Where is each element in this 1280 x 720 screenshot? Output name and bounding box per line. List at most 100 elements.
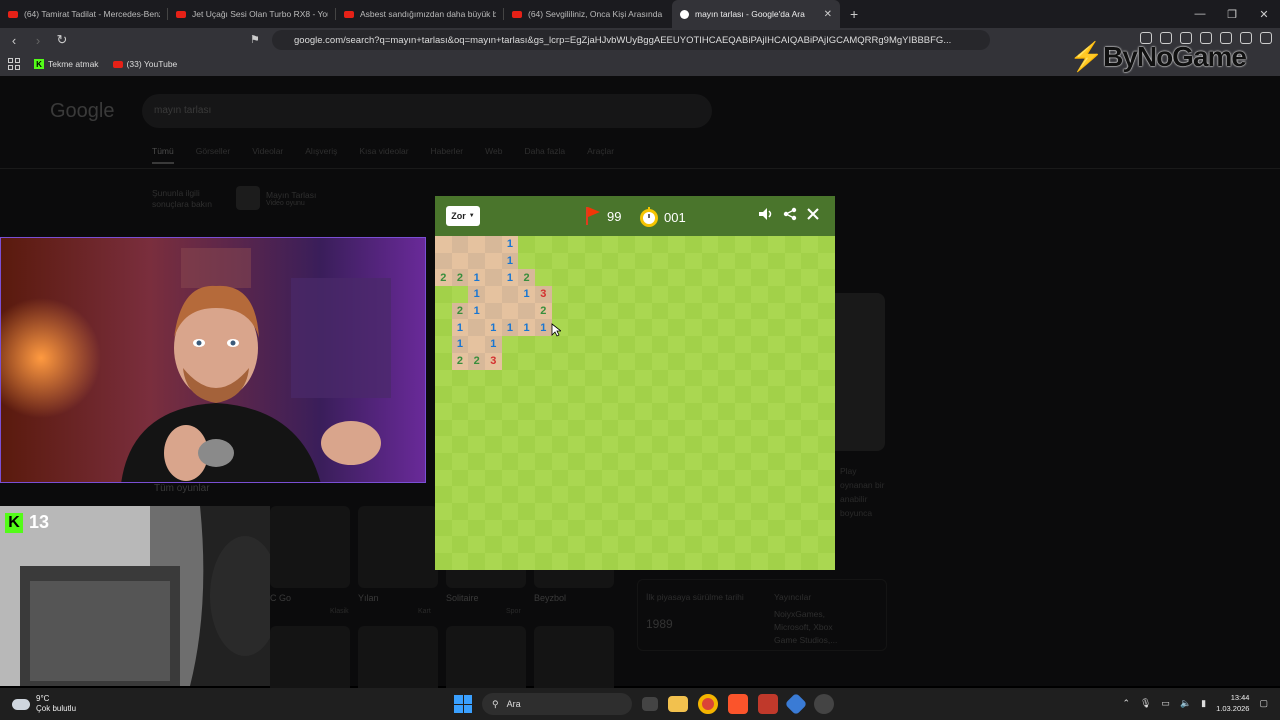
mine-cell[interactable] — [601, 319, 619, 337]
mine-cell[interactable] — [534, 269, 552, 287]
mine-cell[interactable] — [551, 436, 569, 453]
mine-cell[interactable] — [484, 503, 502, 520]
mine-cell[interactable] — [784, 553, 802, 570]
tab-active[interactable]: mayın tarlası - Google'da Ara ✕ — [672, 0, 840, 28]
mine-cell[interactable] — [534, 553, 552, 570]
mine-cell[interactable] — [784, 302, 802, 320]
mine-cell[interactable] — [468, 536, 485, 554]
mine-cell[interactable] — [784, 319, 802, 337]
mine-cell[interactable] — [534, 386, 552, 403]
mine-cell[interactable] — [718, 352, 735, 370]
mine-cell[interactable] — [584, 536, 602, 554]
mine-cell[interactable] — [518, 402, 535, 420]
mine-cell[interactable] — [684, 352, 702, 370]
reload-icon[interactable]: ↻ — [52, 32, 72, 48]
mine-cell[interactable] — [818, 236, 835, 253]
mine-cell[interactable] — [768, 352, 785, 370]
forward-icon[interactable]: › — [28, 33, 48, 48]
mine-cell[interactable] — [484, 369, 502, 387]
mine-cell[interactable] — [818, 469, 835, 487]
mine-cell[interactable] — [701, 452, 719, 470]
mine-cell[interactable] — [818, 486, 835, 503]
mine-cell[interactable] — [518, 452, 535, 470]
mine-cell[interactable] — [701, 469, 719, 487]
mine-cell[interactable] — [584, 319, 602, 337]
mine-cell[interactable] — [801, 386, 819, 403]
mine-cell[interactable] — [751, 402, 769, 420]
mine-cell[interactable] — [518, 252, 535, 270]
mine-cell[interactable] — [435, 553, 452, 570]
mine-cell[interactable] — [751, 503, 769, 520]
mine-cell[interactable] — [751, 486, 769, 503]
mine-cell[interactable] — [718, 286, 735, 303]
mine-cell[interactable] — [784, 469, 802, 487]
mine-cell[interactable] — [751, 419, 769, 437]
mine-cell[interactable] — [601, 436, 619, 453]
mine-cell[interactable] — [568, 503, 585, 520]
mine-cell[interactable] — [634, 553, 652, 570]
app-icon[interactable] — [814, 694, 834, 714]
tab-shopping[interactable]: Alışveriş — [305, 146, 337, 164]
mine-cell[interactable] — [651, 369, 669, 387]
mine-cell[interactable] — [618, 252, 635, 270]
mine-cell[interactable] — [601, 236, 619, 253]
mine-cell[interactable] — [801, 486, 819, 503]
mine-cell[interactable] — [634, 402, 652, 420]
mine-cell[interactable] — [784, 452, 802, 470]
mine-cell[interactable] — [534, 469, 552, 487]
mine-cell[interactable]: 1 — [468, 286, 485, 303]
mine-cell[interactable]: 3 — [484, 352, 502, 370]
mine-cell[interactable] — [818, 369, 835, 387]
minimize-icon[interactable]: — — [1184, 0, 1216, 28]
mine-cell[interactable] — [601, 302, 619, 320]
mine-cell[interactable] — [818, 553, 835, 570]
mine-cell[interactable] — [568, 536, 585, 554]
mine-cell[interactable] — [451, 236, 469, 253]
mine-cell[interactable] — [484, 536, 502, 554]
mine-cell[interactable] — [701, 436, 719, 453]
mine-cell[interactable] — [435, 286, 452, 303]
bookmark-kick[interactable]: K Tekme atmak — [34, 59, 99, 69]
mine-cell[interactable] — [751, 352, 769, 370]
mine-cell[interactable] — [751, 452, 769, 470]
game-thumb[interactable] — [270, 506, 350, 588]
mine-cell[interactable] — [451, 419, 469, 437]
microphone-icon[interactable]: 🎙 — [1140, 698, 1151, 709]
mine-cell[interactable] — [618, 486, 635, 503]
mine-cell[interactable] — [734, 553, 752, 570]
mine-cell[interactable] — [468, 452, 485, 470]
mine-cell[interactable] — [651, 236, 669, 253]
mine-cell[interactable] — [551, 503, 569, 520]
mine-cell[interactable] — [435, 519, 452, 537]
mine-cell[interactable] — [718, 519, 735, 537]
mine-cell[interactable] — [801, 553, 819, 570]
mine-cell[interactable] — [468, 553, 485, 570]
mine-cell[interactable] — [501, 469, 519, 487]
mine-cell[interactable] — [551, 386, 569, 403]
mine-cell[interactable] — [551, 553, 569, 570]
mine-cell[interactable] — [534, 419, 552, 437]
mine-cell[interactable] — [534, 336, 552, 353]
tab-news[interactable]: Haberler — [431, 146, 464, 164]
mine-cell[interactable] — [601, 503, 619, 520]
mine-cell[interactable] — [601, 486, 619, 503]
mine-cell[interactable] — [734, 286, 752, 303]
mine-cell[interactable] — [551, 369, 569, 387]
mine-cell[interactable]: 2 — [451, 352, 469, 370]
mine-cell[interactable] — [435, 486, 452, 503]
mine-cell[interactable] — [684, 452, 702, 470]
mine-cell[interactable] — [784, 386, 802, 403]
mine-cell[interactable] — [618, 436, 635, 453]
mine-cell[interactable] — [734, 352, 752, 370]
tab-4[interactable]: (64) Sevgililiniz, Onca Kişi Arasında — [504, 0, 672, 28]
restore-icon[interactable]: ❐ — [1216, 0, 1248, 28]
mine-cell[interactable] — [684, 419, 702, 437]
mine-cell[interactable] — [668, 402, 685, 420]
mine-cell[interactable] — [634, 319, 652, 337]
brave-icon[interactable] — [728, 694, 748, 714]
mine-cell[interactable] — [451, 553, 469, 570]
related-item[interactable]: Mayın Tarlası Video oyunu — [236, 186, 316, 210]
mine-cell[interactable] — [801, 269, 819, 287]
mine-cell[interactable] — [584, 286, 602, 303]
mine-cell[interactable] — [551, 536, 569, 554]
